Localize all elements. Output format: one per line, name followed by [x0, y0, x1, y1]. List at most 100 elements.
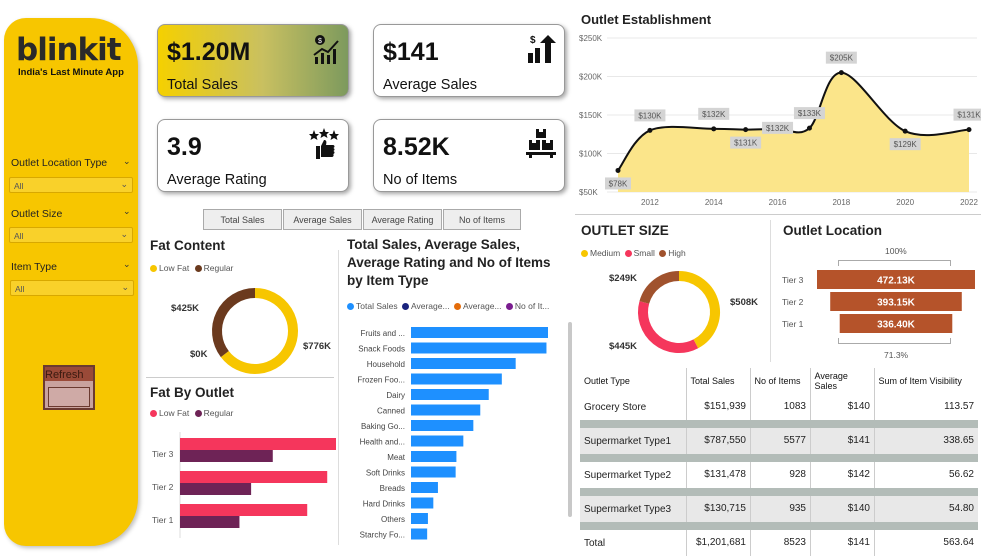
tick-label: Canned: [377, 407, 405, 416]
data-label: 336.40K: [877, 320, 916, 331]
fat-by-outlet-legend: Low Fat Regular: [150, 408, 233, 418]
filter-location-value: All: [14, 181, 24, 191]
data-point: [966, 127, 972, 133]
refresh-button[interactable]: Refresh: [43, 365, 95, 410]
chevron-down-icon[interactable]: ⌄: [123, 206, 131, 217]
funnel-bracket: [838, 338, 951, 344]
table-cell: 1083: [750, 394, 810, 420]
data-point: [647, 127, 653, 133]
outlet-location-funnel: Tier 3 472.13K Tier 2 393.15K Tier 1 336.40K: [782, 270, 975, 333]
y-tick-label: $250K: [579, 34, 603, 43]
legend-average-sales: Average...: [410, 301, 450, 311]
chevron-down-icon[interactable]: ⌄: [123, 259, 131, 270]
table-row[interactable]: Supermarket Type3 $130,715 935 $140 54.80: [580, 496, 978, 522]
legend-regular: Regular: [203, 263, 234, 273]
filter-location-dropdown[interactable]: All ⌄: [9, 177, 133, 193]
data-label: 472.13K: [877, 276, 916, 287]
divider: [575, 214, 981, 215]
fat-zero-label: $0K: [190, 349, 208, 360]
bar: [411, 404, 481, 416]
data-label: $133K: [798, 109, 822, 118]
table-header[interactable]: No of Items: [749, 368, 810, 394]
funnel-top-pct: 100%: [885, 246, 907, 256]
x-tick-label: 2020: [896, 198, 914, 207]
sales-chart-icon: $: [313, 35, 339, 64]
tab-total-sales[interactable]: Total Sales: [203, 209, 282, 230]
slice-small: [638, 301, 699, 353]
data-label: $132K: [766, 124, 790, 133]
outlet-establishment-chart: $250K $200K $150K $100K $50K 2012 2014 2016 2018…: [579, 34, 981, 207]
data-point: [902, 128, 908, 134]
filter-label-location: Outlet Location Type: [11, 157, 108, 169]
size-small-label: $445K: [609, 341, 637, 352]
svg-text:$: $: [530, 35, 536, 46]
kpi-label: Average Rating: [167, 172, 267, 188]
table-header-row: Outlet Type Total Sales No of Items Aver…: [580, 368, 978, 394]
bar-low-fat: [180, 504, 308, 516]
data-point: [806, 125, 812, 131]
row-separator: [580, 454, 978, 462]
table-body: Grocery Store $151,939 1083 $140 113.57 Super…: [580, 394, 978, 556]
kpi-label: No of Items: [383, 172, 458, 188]
table-row[interactable]: Supermarket Type1 $787,550 5577 $141 338.65: [580, 428, 978, 454]
tab-average-rating[interactable]: Average Rating: [363, 209, 442, 230]
dollar-growth-icon: $: [528, 35, 556, 63]
legend-no-of-items: No of It...: [514, 301, 550, 311]
chevron-down-icon: ⌄: [121, 282, 129, 292]
tick-label: Tier 1: [152, 515, 174, 525]
x-tick-label: 2016: [769, 198, 787, 207]
bar-low-fat: [180, 471, 328, 483]
divider: [338, 250, 339, 545]
filter-size-dropdown[interactable]: All ⌄: [9, 227, 133, 243]
filter-item-type-dropdown[interactable]: All ⌄: [10, 280, 134, 296]
size-medium-label: $508K: [730, 297, 758, 308]
bar: [411, 451, 457, 462]
kpi-value: $1.20M: [167, 38, 251, 66]
tab-average-sales[interactable]: Average Sales: [283, 209, 362, 230]
bar: [411, 482, 438, 493]
table-cell: 113.57: [874, 394, 978, 420]
table-cell: 56.62: [874, 462, 978, 488]
table-cell: Total: [584, 537, 606, 549]
filter-label-size: Outlet Size: [11, 208, 63, 220]
data-label: 393.15K: [877, 298, 916, 309]
table-cell: Supermarket Type2: [584, 469, 672, 481]
table-header[interactable]: Average Sales: [809, 368, 874, 394]
kpi-value: $141: [383, 38, 439, 66]
legend-medium: Medium: [590, 248, 621, 258]
fat-low-fat-label: $776K: [303, 341, 331, 352]
table-cell: $1,201,681: [686, 530, 750, 556]
divider: [146, 377, 334, 378]
refresh-label: Refresh: [45, 369, 84, 381]
bar: [411, 420, 474, 431]
slice-high: [639, 271, 680, 305]
tick-label: Dairy: [386, 391, 405, 400]
row-separator: [580, 522, 978, 530]
table-header[interactable]: Total Sales: [685, 368, 750, 394]
kpi-value: 3.9: [167, 133, 202, 161]
table-cell: 8523: [750, 530, 810, 556]
tab-no-of-items[interactable]: No of Items: [443, 209, 521, 230]
table-cell: Supermarket Type3: [584, 503, 672, 515]
table-row[interactable]: Supermarket Type2 $131,478 928 $142 56.62: [580, 462, 978, 488]
row-separator: [580, 488, 978, 496]
table-header[interactable]: Sum of Item Visibility: [873, 368, 978, 394]
x-tick-label: 2014: [705, 198, 723, 207]
y-tick-label: $150K: [579, 111, 603, 120]
bar: [411, 358, 516, 369]
chevron-down-icon: ⌄: [120, 179, 128, 189]
table-cell: 928: [750, 462, 810, 488]
table-row[interactable]: Grocery Store $151,939 1083 $140 113.57: [580, 394, 978, 420]
table-row[interactable]: Total $1,201,681 8523 $141 563.64: [580, 530, 978, 556]
scrollbar[interactable]: [568, 322, 572, 517]
y-tick-label: $100K: [579, 150, 603, 159]
data-label: $132K: [702, 110, 726, 119]
tick-label: Tier 2: [152, 482, 174, 492]
tick-label: Tier 3: [782, 275, 804, 285]
table-cell: 935: [750, 496, 810, 522]
data-point: [711, 126, 717, 132]
svg-text:$: $: [318, 38, 322, 45]
table-header[interactable]: Outlet Type: [580, 368, 686, 394]
chevron-down-icon[interactable]: ⌄: [123, 156, 131, 167]
tick-label: Household: [367, 360, 405, 369]
